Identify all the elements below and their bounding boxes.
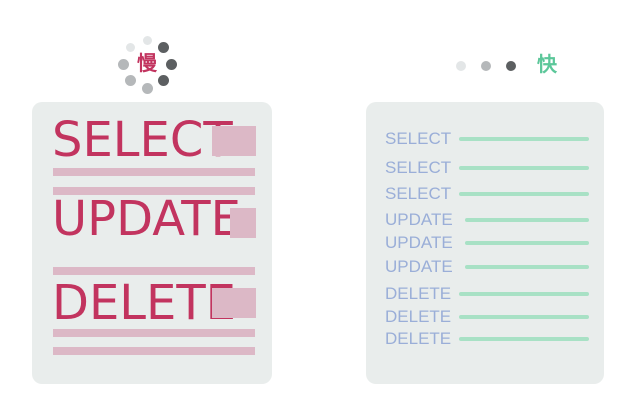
loader-dot: [456, 61, 466, 71]
fast-command: SELECT: [385, 158, 452, 177]
fast-line: [465, 265, 589, 269]
spinner-dot: [158, 75, 170, 87]
spinner-dot: [142, 35, 152, 45]
fast-label: 快: [537, 52, 557, 76]
spinner-dot: [117, 58, 129, 70]
fast-line: [459, 166, 589, 170]
fast-command: UPDATE: [385, 210, 453, 229]
fast-line: [465, 241, 589, 245]
fast-line: [459, 292, 589, 296]
slow-label: 慢: [137, 51, 157, 75]
spinner-dot: [125, 42, 135, 52]
spinner-dot: [141, 82, 153, 94]
slow-command-block: [212, 126, 256, 156]
fast-line: [459, 337, 589, 341]
loader-dot: [506, 61, 516, 71]
fast-line: [465, 218, 589, 222]
fast-line: [459, 137, 589, 141]
fast-panel: SELECT SELECT SELECT UPDATE UPDATE UPDAT…: [366, 102, 604, 384]
slow-bar: [53, 347, 255, 355]
fast-command: SELECT: [385, 184, 452, 203]
fast-command: DELETE: [385, 307, 452, 326]
fast-line: [459, 192, 589, 196]
slow-command: SELECT: [52, 112, 233, 168]
spinner-dot: [165, 58, 177, 70]
fast-command: SELECT: [385, 129, 452, 148]
spinner-dot: [124, 75, 136, 87]
slow-bar: [53, 168, 255, 176]
slow-bar: [53, 267, 255, 275]
fast-command: UPDATE: [385, 257, 453, 276]
fast-command: DELETE: [385, 284, 452, 303]
fast-command: DELETE: [385, 329, 452, 348]
slow-command-block: [230, 208, 256, 238]
slow-command-block: [212, 288, 256, 318]
fast-command: UPDATE: [385, 233, 453, 252]
slow-panel: SELECT UPDATE DELETE: [32, 102, 272, 384]
slow-bar: [53, 329, 255, 337]
slow-command: UPDATE: [52, 191, 241, 247]
slow-command: DELETE: [52, 275, 237, 331]
spinner-dot: [158, 41, 170, 53]
fast-line: [459, 315, 589, 319]
loader-dot: [481, 61, 491, 71]
